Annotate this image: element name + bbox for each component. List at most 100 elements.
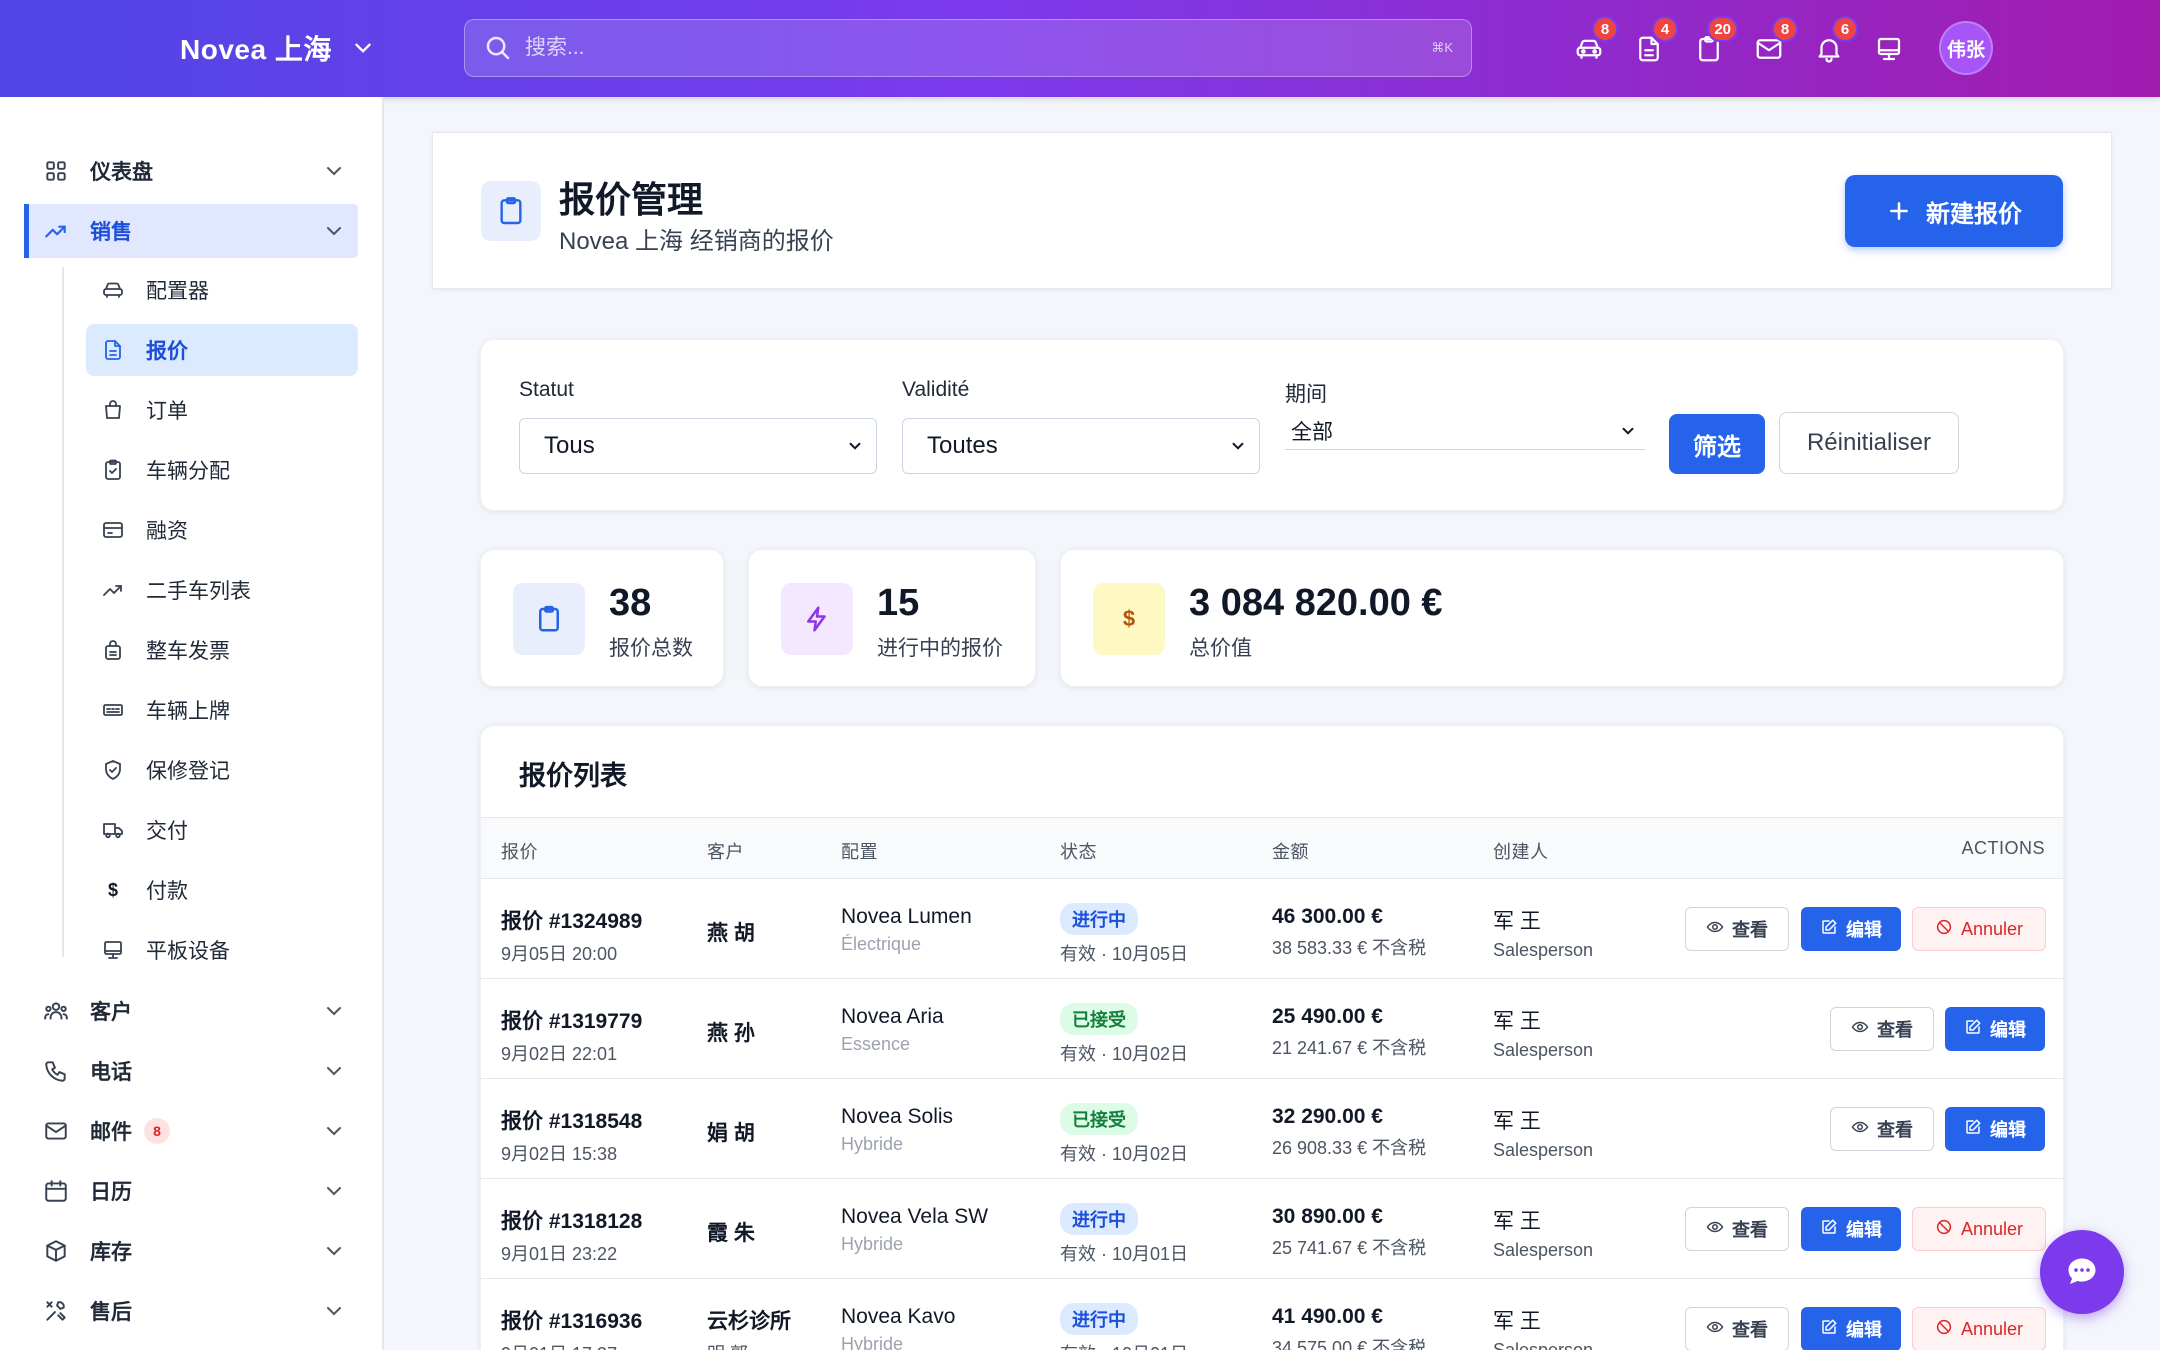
eye-icon — [1851, 1118, 1869, 1141]
quote-number[interactable]: 报价 #1324989 — [501, 905, 642, 935]
phone-icon — [42, 1057, 70, 1085]
quote-date: 9月01日 23:22 — [501, 1244, 618, 1264]
cancel-button[interactable]: Annuler — [1912, 907, 2046, 951]
model-trim: Hybride — [841, 1334, 904, 1350]
stat-label: 进行中的报价 — [877, 637, 1003, 660]
user-avatar[interactable]: 伟张 — [1939, 21, 1993, 75]
view-button[interactable]: 查看 — [1685, 1307, 1789, 1350]
view-button[interactable]: 查看 — [1685, 1207, 1789, 1251]
chevron-down-icon — [327, 1067, 341, 1076]
search-bar[interactable]: ⌘K — [464, 19, 1472, 77]
edit-button[interactable]: 编辑 — [1801, 907, 1901, 951]
amount-excl-tax: 25 741.67 € 不含税 — [1272, 1238, 1427, 1258]
sidebar-item-quotes[interactable]: 报价 — [86, 324, 358, 376]
creator-name: 军 王 — [1493, 1010, 1541, 1033]
top-notifications-button[interactable]: 6 — [1810, 16, 1858, 68]
top-tablet-button[interactable] — [1870, 30, 1908, 68]
validity-filter-label: Validité — [902, 378, 970, 401]
quote-number[interactable]: 报价 #1319779 — [501, 1005, 642, 1035]
filter-button[interactable]: 筛选 — [1669, 414, 1765, 474]
submenu-divider — [62, 267, 64, 957]
sidebar-item-inventory[interactable]: 库存 — [24, 1224, 358, 1278]
cancel-button[interactable]: Annuler — [1912, 1207, 2046, 1251]
clipboard-check-icon — [100, 457, 126, 483]
table-row: 报价 #1324989 9月05日 20:00 燕 胡 Novea Lumen Élec… — [481, 879, 2063, 979]
edit-button[interactable]: 编辑 — [1945, 1107, 2045, 1151]
top-quotes-button[interactable]: 20 — [1690, 16, 1738, 68]
period-select[interactable]: 全部 — [1285, 412, 1645, 450]
top-documents-button[interactable]: 4 — [1630, 16, 1678, 68]
sidebar-item-used-cars[interactable]: 二手车列表 — [86, 564, 358, 616]
view-button[interactable]: 查看 — [1685, 907, 1789, 951]
sidebar-item-vehicle-allocation[interactable]: 车辆分配 — [86, 444, 358, 496]
chevron-down-icon — [327, 1247, 341, 1256]
sidebar-item-sales[interactable]: 销售 — [24, 204, 358, 258]
plus-icon — [1890, 202, 1908, 220]
search-shortcut: ⌘K — [1431, 40, 1453, 55]
dealer-switcher[interactable]: Novea 上海 — [180, 28, 376, 68]
sidebar-item-phone[interactable]: 电话 — [24, 1044, 358, 1098]
view-button[interactable]: 查看 — [1830, 1107, 1934, 1151]
reset-button[interactable]: Réinitialiser — [1779, 412, 1959, 474]
edit-button[interactable]: 编辑 — [1801, 1207, 1901, 1251]
cancel-button[interactable]: Annuler — [1912, 1307, 2046, 1350]
sidebar-item-tablets[interactable]: 平板设备 — [86, 924, 358, 976]
clipboard-icon — [513, 583, 585, 655]
edit-button[interactable]: 编辑 — [1801, 1307, 1901, 1350]
new-quote-button[interactable]: 新建报价 — [1845, 175, 2063, 247]
stat-value: 15 — [877, 582, 920, 624]
quote-number[interactable]: 报价 #1318548 — [501, 1105, 642, 1135]
credit-card-icon — [100, 517, 126, 543]
client-name: 燕 孙 — [707, 1022, 755, 1045]
period-filter-label: 期间 — [1285, 383, 1327, 406]
stat-value: 3 084 820.00 € — [1189, 582, 1443, 624]
search-icon — [486, 36, 510, 60]
sidebar-item-calendar[interactable]: 日历 — [24, 1164, 358, 1218]
lightning-icon — [781, 583, 853, 655]
validity-select[interactable]: Toutes — [902, 418, 1260, 474]
sidebar-item-label: 配置器 — [146, 280, 209, 303]
sidebar-item-orders[interactable]: 订单 — [86, 384, 358, 436]
sidebar-item-dashboard[interactable]: 仪表盘 — [24, 144, 358, 198]
client-name: 燕 胡 — [707, 922, 755, 945]
sidebar-item-customers[interactable]: 客户 — [24, 984, 358, 1038]
users-icon — [42, 997, 70, 1025]
top-mail-button[interactable]: 8 — [1750, 16, 1798, 68]
sidebar-item-label: 报价 — [146, 340, 188, 363]
chevron-down-icon — [327, 227, 341, 236]
sidebar-item-after-sales[interactable]: 售后 — [24, 1284, 358, 1338]
top-car-button[interactable]: 8 — [1570, 16, 1618, 68]
car-icon — [100, 277, 126, 303]
sidebar-item-mail[interactable]: 邮件 8 — [24, 1104, 358, 1158]
status-select[interactable]: Tous — [519, 418, 877, 474]
model-trim: Essence — [841, 1034, 911, 1054]
search-input[interactable] — [525, 36, 1432, 60]
creator-role: Salesperson — [1493, 1140, 1594, 1160]
sidebar-item-configurator[interactable]: 配置器 — [86, 264, 358, 316]
sidebar-item-vehicle-invoice[interactable]: 整车发票 — [86, 624, 358, 676]
stat-value: 38 — [609, 582, 652, 624]
sidebar-item-label: 付款 — [146, 880, 188, 903]
page-subtitle: Novea 上海 经销商的报价 — [559, 228, 834, 255]
sidebar-item-financing[interactable]: 融资 — [86, 504, 358, 556]
chevron-down-icon — [849, 442, 861, 450]
edit-button[interactable]: 编辑 — [1945, 1007, 2045, 1051]
sidebar-item-delivery[interactable]: 交付 — [86, 804, 358, 856]
sidebar-item-payments[interactable]: $ 付款 — [86, 864, 358, 916]
notification-badge: 4 — [1652, 16, 1678, 42]
model-trim: Électrique — [841, 934, 922, 954]
sidebar-item-registration[interactable]: 车辆上牌 — [86, 684, 358, 736]
chevron-down-icon — [327, 1127, 341, 1136]
chat-button[interactable] — [2040, 1230, 2124, 1314]
creator-role: Salesperson — [1493, 1340, 1594, 1350]
table-row: 报价 #1319779 9月02日 22:01 燕 孙 Novea Aria Essen… — [481, 979, 2063, 1079]
sidebar-item-label: 平板设备 — [146, 940, 230, 963]
eye-icon — [1851, 1018, 1869, 1041]
column-header: 创建人 — [1493, 842, 1549, 862]
column-header: 配置 — [841, 842, 878, 862]
view-label: 查看 — [1732, 1320, 1768, 1340]
quote-number[interactable]: 报价 #1316936 — [501, 1305, 642, 1335]
view-button[interactable]: 查看 — [1830, 1007, 1934, 1051]
sidebar-item-warranty[interactable]: 保修登记 — [86, 744, 358, 796]
quote-number[interactable]: 报价 #1318128 — [501, 1205, 642, 1235]
